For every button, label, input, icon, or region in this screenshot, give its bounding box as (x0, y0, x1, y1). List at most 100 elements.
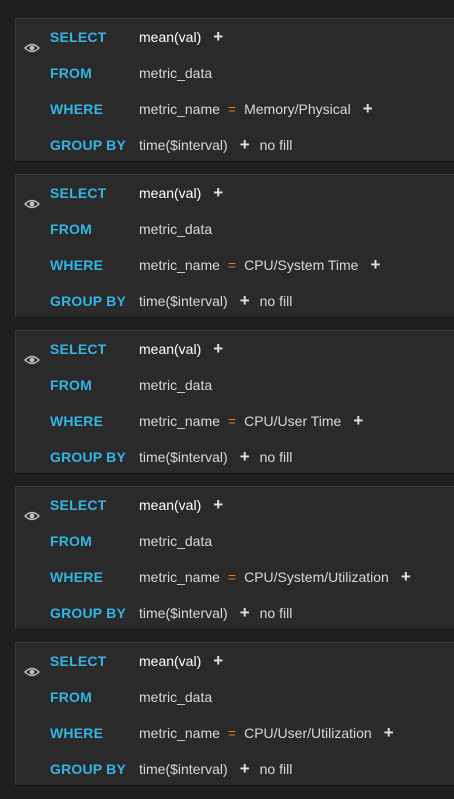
where-value[interactable]: Memory/Physical (244, 101, 351, 117)
where-row: WHERE metric_name = CPU/User Time + (16, 403, 454, 439)
query-block: SELECT mean(val) + FROM metric_data WHERE… (15, 486, 454, 630)
query-block: SELECT mean(val) + FROM metric_data WHERE… (15, 330, 454, 474)
where-value[interactable]: CPU/User/Utilization (244, 725, 372, 741)
where-operator[interactable]: = (228, 569, 236, 585)
select-keyword[interactable]: SELECT (50, 19, 106, 55)
where-value[interactable]: CPU/System Time (244, 257, 358, 273)
eye-icon[interactable] (24, 343, 40, 365)
group-by-row: GROUP BY time($interval) + no fill (16, 283, 454, 319)
plus-icon[interactable]: + (370, 247, 380, 283)
group-by-row: GROUP BY time($interval) + no fill (16, 439, 454, 475)
from-measurement[interactable]: metric_data (139, 221, 212, 237)
from-row: FROM metric_data (16, 679, 454, 715)
eye-icon[interactable] (24, 187, 40, 209)
where-keyword: WHERE (50, 569, 104, 585)
plus-icon[interactable]: + (363, 91, 373, 127)
where-key[interactable]: metric_name (139, 101, 220, 117)
from-keyword: FROM (50, 221, 93, 237)
from-measurement[interactable]: metric_data (139, 533, 212, 549)
from-row: FROM metric_data (16, 211, 454, 247)
select-row: SELECT mean(val) + (16, 19, 454, 55)
where-keyword: WHERE (50, 413, 104, 429)
where-operator[interactable]: = (228, 413, 236, 429)
select-keyword[interactable]: SELECT (50, 175, 106, 211)
group-by-keyword: GROUP BY (50, 449, 127, 465)
where-key[interactable]: metric_name (139, 413, 220, 429)
select-row: SELECT mean(val) + (16, 487, 454, 523)
query-editor: SELECT mean(val) + FROM metric_data WHERE… (0, 0, 454, 799)
group-by-time[interactable]: time($interval) (139, 293, 228, 309)
where-row: WHERE metric_name = CPU/User/Utilization + (16, 715, 454, 751)
where-key[interactable]: metric_name (139, 257, 220, 273)
select-function[interactable]: mean(val) (139, 341, 201, 357)
plus-icon[interactable]: + (213, 643, 223, 679)
select-row: SELECT mean(val) + (16, 643, 454, 679)
select-keyword[interactable]: SELECT (50, 331, 106, 367)
where-key[interactable]: metric_name (139, 569, 220, 585)
plus-icon[interactable]: + (240, 595, 250, 631)
plus-icon[interactable]: + (213, 175, 223, 211)
group-by-time[interactable]: time($interval) (139, 449, 228, 465)
from-measurement[interactable]: metric_data (139, 65, 212, 81)
eye-icon[interactable] (24, 31, 40, 53)
where-row: WHERE metric_name = CPU/System Time + (16, 247, 454, 283)
where-keyword: WHERE (50, 725, 104, 741)
where-operator[interactable]: = (228, 257, 236, 273)
fill-option[interactable]: no fill (260, 761, 293, 777)
where-operator[interactable]: = (228, 725, 236, 741)
from-keyword: FROM (50, 377, 93, 393)
from-keyword: FROM (50, 689, 93, 705)
select-function[interactable]: mean(val) (139, 497, 201, 513)
select-keyword[interactable]: SELECT (50, 643, 106, 679)
plus-icon[interactable]: + (401, 559, 411, 595)
select-function[interactable]: mean(val) (139, 653, 201, 669)
plus-icon[interactable]: + (240, 127, 250, 163)
select-row: SELECT mean(val) + (16, 175, 454, 211)
where-operator[interactable]: = (228, 101, 236, 117)
group-by-time[interactable]: time($interval) (139, 761, 228, 777)
plus-icon[interactable]: + (240, 751, 250, 787)
group-by-time[interactable]: time($interval) (139, 605, 228, 621)
fill-option[interactable]: no fill (260, 449, 293, 465)
select-function[interactable]: mean(val) (139, 185, 201, 201)
group-by-keyword: GROUP BY (50, 137, 127, 153)
group-by-row: GROUP BY time($interval) + no fill (16, 127, 454, 163)
plus-icon[interactable]: + (213, 487, 223, 523)
select-row: SELECT mean(val) + (16, 331, 454, 367)
where-key[interactable]: metric_name (139, 725, 220, 741)
query-block: SELECT mean(val) + FROM metric_data WHERE… (15, 642, 454, 786)
eye-icon[interactable] (24, 655, 40, 677)
fill-option[interactable]: no fill (260, 137, 293, 153)
from-row: FROM metric_data (16, 55, 454, 91)
from-keyword: FROM (50, 533, 93, 549)
group-by-row: GROUP BY time($interval) + no fill (16, 751, 454, 787)
from-measurement[interactable]: metric_data (139, 689, 212, 705)
where-row: WHERE metric_name = Memory/Physical + (16, 91, 454, 127)
where-value[interactable]: CPU/User Time (244, 413, 341, 429)
fill-option[interactable]: no fill (260, 293, 293, 309)
group-by-keyword: GROUP BY (50, 605, 127, 621)
group-by-keyword: GROUP BY (50, 293, 127, 309)
plus-icon[interactable]: + (213, 331, 223, 367)
select-function[interactable]: mean(val) (139, 29, 201, 45)
plus-icon[interactable]: + (213, 19, 223, 55)
from-measurement[interactable]: metric_data (139, 377, 212, 393)
group-by-time[interactable]: time($interval) (139, 137, 228, 153)
plus-icon[interactable]: + (240, 439, 250, 475)
select-keyword[interactable]: SELECT (50, 487, 106, 523)
from-row: FROM metric_data (16, 523, 454, 559)
plus-icon[interactable]: + (353, 403, 363, 439)
query-block: SELECT mean(val) + FROM metric_data WHERE… (15, 174, 454, 318)
plus-icon[interactable]: + (384, 715, 394, 751)
from-keyword: FROM (50, 65, 93, 81)
plus-icon[interactable]: + (240, 283, 250, 319)
group-by-keyword: GROUP BY (50, 761, 127, 777)
eye-icon[interactable] (24, 499, 40, 521)
from-row: FROM metric_data (16, 367, 454, 403)
where-keyword: WHERE (50, 101, 104, 117)
fill-option[interactable]: no fill (260, 605, 293, 621)
where-value[interactable]: CPU/System/Utilization (244, 569, 389, 585)
where-row: WHERE metric_name = CPU/System/Utilization… (16, 559, 454, 595)
where-keyword: WHERE (50, 257, 104, 273)
query-block: SELECT mean(val) + FROM metric_data WHERE… (15, 18, 454, 162)
